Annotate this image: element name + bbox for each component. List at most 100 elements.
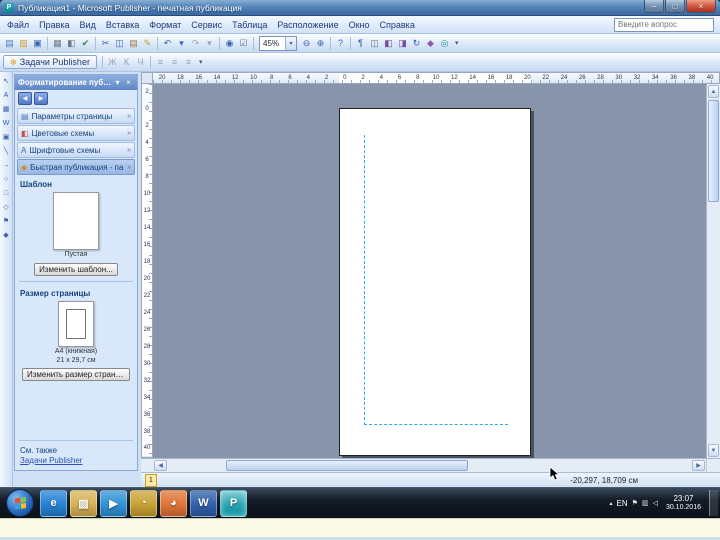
menu-item[interactable]: Окно <box>344 19 375 31</box>
horizontal-scrollbar[interactable]: ◀ ▶ <box>141 458 720 472</box>
italic-icon[interactable]: К <box>120 56 133 69</box>
redo-dropdown-icon[interactable]: ▾ <box>203 37 216 50</box>
bookmark-tool[interactable]: ⚑ <box>1 216 11 226</box>
section-color-schemes[interactable]: ◧ Цветовые схемы » <box>17 125 135 141</box>
change-page-size-button[interactable]: Изменить размер страниц... <box>22 368 130 382</box>
action-center-icon[interactable]: ⚑ <box>632 499 638 507</box>
hidden-icons-chevron[interactable]: ▴ <box>610 500 613 507</box>
menu-item[interactable]: Вставка <box>101 19 144 31</box>
print-preview-icon[interactable]: ◧ <box>65 37 78 50</box>
taskbar-media-player[interactable]: ▶ <box>100 489 127 517</box>
paste-icon[interactable]: ▤ <box>127 37 140 50</box>
taskbar-word[interactable]: W <box>190 489 217 517</box>
align-right-icon[interactable]: ≡ <box>182 56 195 69</box>
free-rotate-icon[interactable]: ↻ <box>410 37 423 50</box>
new-document-icon[interactable]: ▤ <box>3 37 16 50</box>
horizontal-ruler[interactable]: 20 18 16 14 12 10 8 6 4 2 0 2 4 6 8 10 12 14 16 18 20 22 24 26 2… <box>153 72 720 84</box>
select-tool[interactable]: ↖ <box>1 76 11 86</box>
scroll-up-button[interactable]: ▲ <box>708 85 719 98</box>
text-box-tool[interactable]: A <box>1 90 11 100</box>
zoom-dropdown-icon[interactable]: ▾ <box>285 36 296 50</box>
menu-item[interactable]: Формат <box>144 19 186 31</box>
send-to-back-icon[interactable]: ◨ <box>396 37 409 50</box>
horizontal-scroll-thumb[interactable] <box>226 460 468 471</box>
line-tool[interactable]: ╲ <box>1 146 11 156</box>
taskbar-windows-explorer[interactable]: ▨ <box>70 489 97 517</box>
help-icon[interactable]: ? <box>334 37 347 50</box>
picture-frame-tool[interactable]: ▣ <box>1 132 11 142</box>
start-button[interactable] <box>6 489 34 517</box>
page-size-thumbnail[interactable] <box>58 300 94 347</box>
network-icon[interactable]: ▥ <box>642 499 649 507</box>
vertical-scrollbar[interactable]: ▲ ▼ <box>706 84 720 458</box>
taskbar-chrome[interactable]: ◔ <box>130 489 157 517</box>
design-gallery-object-tool[interactable]: ◆ <box>1 230 11 240</box>
minimize-button[interactable]: – <box>644 0 664 13</box>
language-indicator[interactable]: EN <box>617 499 628 508</box>
open-icon[interactable]: ▨ <box>17 37 30 50</box>
volume-icon[interactable]: ◁ <box>653 499 658 507</box>
design-gallery-icon[interactable]: ◆ <box>424 37 437 50</box>
undo-dropdown-icon[interactable]: ▾ <box>175 37 188 50</box>
maximize-button[interactable]: □ <box>665 0 685 13</box>
save-icon[interactable]: ▣ <box>31 37 44 50</box>
spelling-icon[interactable]: ✔ <box>79 37 92 50</box>
bold-icon[interactable]: Ж <box>106 56 119 69</box>
align-center-icon[interactable]: ≡ <box>168 56 181 69</box>
page-indicator[interactable]: 1 <box>145 473 157 487</box>
zoom-out-icon[interactable]: ⊖ <box>300 37 313 50</box>
design-checker-icon[interactable]: ☑ <box>237 37 250 50</box>
undo-icon[interactable]: ↶ <box>161 37 174 50</box>
menu-item[interactable]: Таблица <box>227 19 272 31</box>
menu-item[interactable]: Справка <box>375 19 420 31</box>
align-left-icon[interactable]: ≡ <box>154 56 167 69</box>
taskpane-dropdown-icon[interactable]: ▾ <box>112 78 123 87</box>
insert-hyperlink-icon[interactable]: ◉ <box>223 37 236 50</box>
section-page-options[interactable]: ▤ Параметры страницы » <box>17 108 135 124</box>
cut-icon[interactable]: ✂ <box>99 37 112 50</box>
vertical-scroll-thumb[interactable] <box>708 100 719 202</box>
taskpane-close-icon[interactable]: × <box>123 78 134 87</box>
template-thumbnail[interactable] <box>53 192 99 250</box>
research-icon[interactable]: ◎ <box>438 37 451 50</box>
taskbar-internet-explorer[interactable]: e <box>40 489 67 517</box>
print-icon[interactable]: ▦ <box>51 37 64 50</box>
special-characters-icon[interactable]: ¶ <box>354 37 367 50</box>
toolbar-options-chevron[interactable]: ▾ <box>455 39 459 47</box>
publisher-tasks-button[interactable]: ✻ Задачи Publisher <box>3 55 97 69</box>
publication-canvas[interactable] <box>153 84 706 458</box>
clock[interactable]: 23:07 30.10.2016 <box>666 494 701 513</box>
arrow-tool[interactable]: → <box>1 160 11 170</box>
copy-icon[interactable]: ◫ <box>113 37 126 50</box>
zoom-in-icon[interactable]: ⊕ <box>314 37 327 50</box>
scroll-left-button[interactable]: ◀ <box>154 460 167 471</box>
bring-to-front-icon[interactable]: ◧ <box>382 37 395 50</box>
wordart-tool[interactable]: W <box>1 118 11 128</box>
scroll-down-button[interactable]: ▼ <box>708 444 719 457</box>
insert-table-tool[interactable]: ▦ <box>1 104 11 114</box>
menu-item[interactable]: Правка <box>34 19 74 31</box>
vertical-ruler[interactable]: 2 0 2 4 6 8 10 12 14 16 18 20 22 24 26 28 30 32 34 36 38 40 <box>141 84 153 458</box>
back-button[interactable]: ◀ <box>18 92 32 105</box>
help-question-input[interactable] <box>614 17 714 32</box>
rectangle-tool[interactable]: □ <box>1 188 11 198</box>
taskbar-firefox[interactable]: ◕ <box>160 489 187 517</box>
section-quick-publication[interactable]: ◆ Быстрая публикация - па... » <box>17 159 135 175</box>
toolbar2-options-chevron[interactable]: ▾ <box>199 58 203 66</box>
menu-item[interactable]: Сервис <box>186 19 227 31</box>
format-painter-icon[interactable]: ✎ <box>141 37 154 50</box>
two-page-spread-icon[interactable]: ◫ <box>368 37 381 50</box>
menu-item[interactable]: Файл <box>2 19 34 31</box>
publication-page[interactable] <box>339 108 531 456</box>
autoshapes-tool[interactable]: ◇ <box>1 202 11 212</box>
show-desktop-button[interactable] <box>709 490 718 516</box>
close-button[interactable]: × <box>686 0 716 13</box>
oval-tool[interactable]: ○ <box>1 174 11 184</box>
taskbar-publisher[interactable]: P <box>220 489 247 517</box>
section-font-schemes[interactable]: А Шрифтовые схемы » <box>17 142 135 158</box>
zoom-combo[interactable]: 45% ▾ <box>259 35 297 51</box>
underline-icon[interactable]: Ч <box>134 56 147 69</box>
forward-button[interactable]: ▶ <box>34 92 48 105</box>
menu-item[interactable]: Вид <box>75 19 101 31</box>
publisher-tasks-link[interactable]: Задачи Publisher <box>15 455 137 466</box>
